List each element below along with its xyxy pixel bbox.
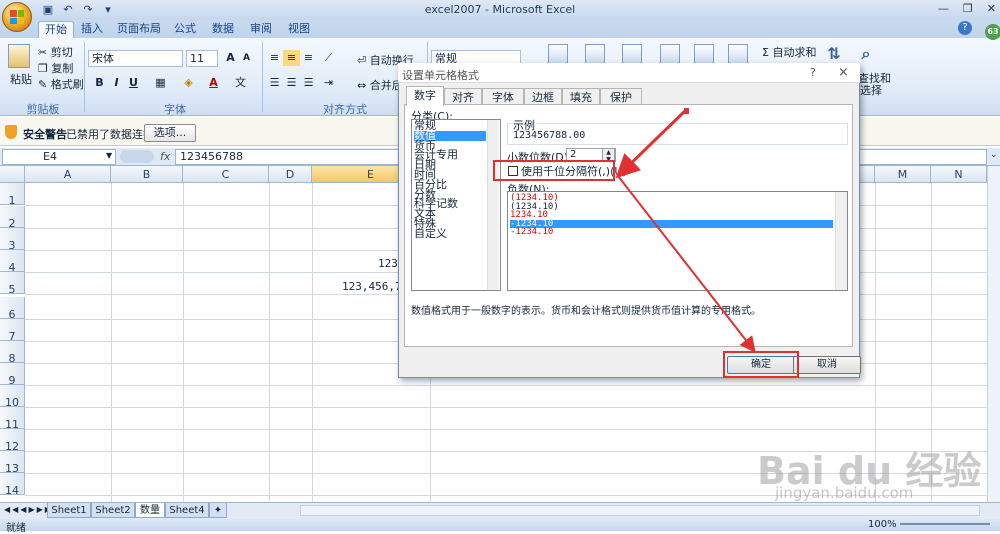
dialog-tab-number[interactable]: 数字: [406, 86, 444, 106]
office-button[interactable]: [2, 2, 32, 32]
arrow-to-checkbox: [615, 108, 688, 179]
baidu-watermark-url: jingyan.baidu.com: [775, 484, 914, 502]
arrow-to-ok: [617, 175, 756, 353]
arrow-origin: [684, 108, 689, 114]
office-logo-icon: [10, 10, 24, 24]
